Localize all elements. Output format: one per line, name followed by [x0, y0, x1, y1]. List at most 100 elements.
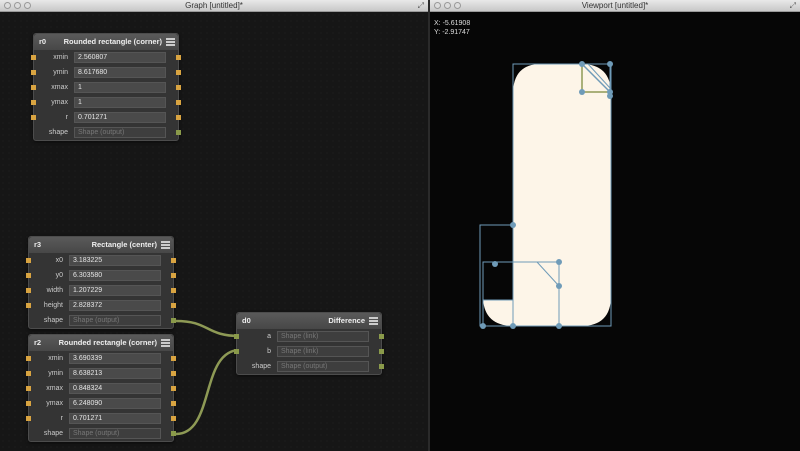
param-label: a — [267, 333, 271, 340]
handle — [556, 283, 562, 289]
shape-output-port[interactable] — [171, 431, 176, 436]
node-r2[interactable]: r2 Rounded rectangle (corner) xmin 3.6903… — [26, 334, 176, 442]
input-port[interactable] — [26, 356, 31, 361]
input-port[interactable] — [31, 55, 36, 60]
viewport-canvas[interactable] — [430, 0, 800, 451]
node-r3[interactable]: r3 Rectangle (center) x0 3.183225 y0 6.303… — [26, 236, 176, 329]
output-port[interactable] — [171, 371, 176, 376]
param-value[interactable]: 1.207229 — [69, 285, 161, 296]
handle — [480, 323, 486, 329]
y-label: Y: — [434, 29, 441, 36]
minimize-window-icon[interactable] — [14, 2, 21, 9]
param-value[interactable]: 0.848324 — [69, 383, 161, 394]
output-port[interactable] — [171, 288, 176, 293]
input-port[interactable] — [26, 258, 31, 263]
input-port[interactable] — [26, 303, 31, 308]
param-row: xmax 1 — [31, 80, 181, 95]
output-port[interactable] — [176, 55, 181, 60]
param-value[interactable]: 8.617680 — [74, 67, 166, 78]
shape-output-port[interactable] — [171, 318, 176, 323]
param-value[interactable]: 3.690339 — [69, 353, 161, 364]
handle — [556, 259, 562, 265]
menu-icon[interactable] — [161, 339, 170, 347]
param-label: y0 — [55, 272, 63, 279]
input-port[interactable] — [26, 288, 31, 293]
output-port[interactable] — [379, 349, 384, 354]
shape-output-value: Shape (output) — [74, 127, 166, 138]
input-port[interactable] — [31, 115, 36, 120]
shape-input-port[interactable] — [234, 349, 239, 354]
node-type: Rounded rectangle (corner) — [58, 338, 157, 347]
param-value[interactable]: 6.248090 — [69, 398, 161, 409]
param-value[interactable]: 0.701271 — [69, 413, 161, 424]
shape-output-port[interactable] — [176, 130, 181, 135]
node-r0[interactable]: r0 Rounded rectangle (corner) xmin 2.5608… — [31, 33, 181, 141]
input-port[interactable] — [26, 371, 31, 376]
param-row: ymax 1 — [31, 95, 181, 110]
param-value[interactable]: 1 — [74, 82, 166, 93]
node-header[interactable]: d0 Difference — [237, 313, 381, 329]
output-port[interactable] — [176, 70, 181, 75]
output-port[interactable] — [171, 258, 176, 263]
handle — [607, 61, 613, 67]
input-port[interactable] — [26, 273, 31, 278]
param-label: ymin — [48, 370, 63, 377]
node-header[interactable]: r2 Rounded rectangle (corner) — [29, 335, 173, 351]
shape-output-value: Shape (output) — [69, 315, 161, 326]
output-port[interactable] — [379, 334, 384, 339]
shape-output-value: Shape (output) — [277, 361, 369, 372]
shape-output-port[interactable] — [379, 364, 384, 369]
param-label: shape — [48, 129, 68, 136]
param-label: ymax — [51, 99, 68, 106]
param-value[interactable]: 0.701271 — [74, 112, 166, 123]
param-row: height 2.828372 — [26, 298, 176, 313]
param-value[interactable]: 3.183225 — [69, 255, 161, 266]
output-port[interactable] — [171, 273, 176, 278]
output-port[interactable] — [171, 416, 176, 421]
y-value: -2.91747 — [442, 29, 470, 36]
output-port[interactable] — [176, 115, 181, 120]
output-port[interactable] — [171, 356, 176, 361]
close-window-icon[interactable] — [4, 2, 11, 9]
menu-icon[interactable] — [166, 38, 175, 46]
output-port[interactable] — [171, 386, 176, 391]
node-d0[interactable]: d0 Difference a Shape (link) b Shape (link… — [234, 312, 384, 375]
x-value: -5.61908 — [442, 20, 471, 27]
node-type: Rounded rectangle (corner) — [63, 37, 162, 46]
output-port[interactable] — [176, 85, 181, 90]
zoom-window-icon[interactable] — [24, 2, 31, 9]
shape-input-port[interactable] — [234, 334, 239, 339]
param-value[interactable]: 2.560807 — [74, 52, 166, 63]
graph-titlebar[interactable]: Graph [untitled]* ⤢ — [0, 0, 428, 12]
input-port[interactable] — [31, 85, 36, 90]
handle — [579, 61, 585, 67]
node-header[interactable]: r0 Rounded rectangle (corner) — [34, 34, 178, 50]
menu-icon[interactable] — [161, 241, 170, 249]
cursor-coordinates: X: -5.61908 Y: -2.91747 — [434, 19, 470, 37]
x-label: X: — [434, 20, 441, 27]
param-value[interactable]: 8.638213 — [69, 368, 161, 379]
input-port[interactable] — [26, 386, 31, 391]
fullscreen-icon[interactable]: ⤢ — [418, 1, 424, 11]
input-port[interactable] — [31, 70, 36, 75]
output-port[interactable] — [171, 401, 176, 406]
param-label: height — [43, 302, 63, 309]
param-value[interactable]: 1 — [74, 97, 166, 108]
input-port[interactable] — [31, 100, 36, 105]
input-port[interactable] — [26, 416, 31, 421]
output-port[interactable] — [176, 100, 181, 105]
node-header[interactable]: r3 Rectangle (center) — [29, 237, 173, 253]
param-label: width — [46, 287, 63, 294]
param-value[interactable]: 2.828372 — [69, 300, 161, 311]
param-row: ymin 8.617680 — [31, 65, 181, 80]
input-row-b: b Shape (link) — [234, 344, 384, 359]
param-label: r — [60, 415, 63, 422]
menu-icon[interactable] — [369, 317, 378, 325]
output-port[interactable] — [171, 303, 176, 308]
param-value[interactable]: 6.303580 — [69, 270, 161, 281]
input-port[interactable] — [26, 401, 31, 406]
viewport-window: Viewport [untitled]* ⤢ X: -5.61908 Y: -2… — [430, 0, 800, 451]
handle — [579, 89, 585, 95]
node-id: r2 — [34, 338, 42, 347]
window-controls — [4, 2, 31, 9]
